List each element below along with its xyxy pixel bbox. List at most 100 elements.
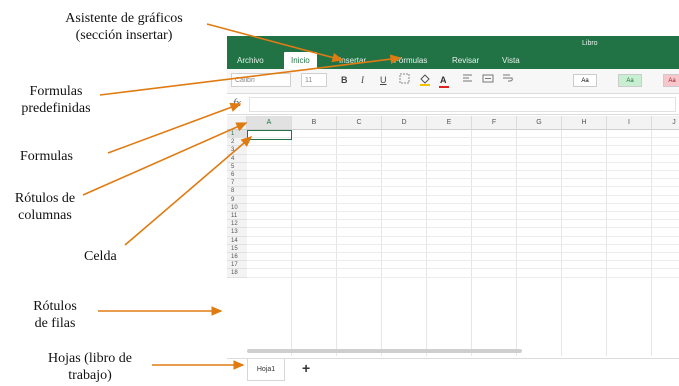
grid-row-line xyxy=(247,268,679,270)
grid-row-line xyxy=(247,161,679,163)
tab-revisar[interactable]: Revisar xyxy=(452,52,479,69)
predefined-formulas-annotation: Formulas predefinidas xyxy=(6,83,106,117)
row-header-7[interactable]: 7 xyxy=(227,179,247,188)
column-header-c[interactable]: C xyxy=(337,116,382,130)
fill-color-icon[interactable] xyxy=(419,73,431,88)
tab-vista[interactable]: Vista xyxy=(502,52,520,69)
row-header-14[interactable]: 14 xyxy=(227,236,247,245)
merge-icon[interactable] xyxy=(482,73,494,88)
column-header-i[interactable]: I xyxy=(607,116,652,130)
arrow-formulas xyxy=(107,102,242,154)
row-header-4[interactable]: 4 xyxy=(227,154,247,163)
row-header-13[interactable]: 13 xyxy=(227,228,247,237)
style-good-button[interactable]: Aa xyxy=(618,74,642,87)
grid-row-line xyxy=(247,194,679,196)
column-header-a[interactable]: A xyxy=(247,116,292,130)
sheet-tab-hoja1[interactable]: Hoja1 xyxy=(247,359,285,381)
grid-row-line xyxy=(247,137,679,139)
grid-row-line xyxy=(247,202,679,204)
spreadsheet-grid: A B C D E F G H I J 1 2 3 4 5 6 7 8 9 10 11 12 13 14 15 16 17 18 xyxy=(227,116,679,356)
annotation-line: Rótulos de xyxy=(14,191,76,206)
row-header-17[interactable]: 17 xyxy=(227,261,247,270)
font-color-button[interactable]: A xyxy=(439,73,449,88)
annotation-line: (sección insertar) xyxy=(75,28,173,43)
annotation-line: Formulas xyxy=(29,84,83,99)
annotation-line: trabajo) xyxy=(68,368,112,383)
formula-input[interactable] xyxy=(249,97,676,112)
workbook-title: Libro xyxy=(582,40,598,47)
column-header-d[interactable]: D xyxy=(382,116,427,130)
grid-row-line xyxy=(247,145,679,147)
home-toolbar: Calibri 11 B I U A Aa Aa Aa xyxy=(227,69,679,94)
tab-inicio[interactable]: Inicio xyxy=(284,52,317,69)
column-header-g[interactable]: G xyxy=(517,116,562,130)
cell-annotation: Celda xyxy=(84,249,117,264)
wrap-text-icon[interactable] xyxy=(502,73,514,88)
row-header-10[interactable]: 10 xyxy=(227,203,247,212)
row-header-3[interactable]: 3 xyxy=(227,146,247,155)
select-all-corner[interactable] xyxy=(227,116,247,130)
column-header-j[interactable]: J xyxy=(652,116,679,130)
column-header-e[interactable]: E xyxy=(427,116,472,130)
annotation-line: columnas xyxy=(18,208,72,223)
font-name-select[interactable]: Calibri xyxy=(231,73,291,87)
tab-formulas[interactable]: Fórmulas xyxy=(394,52,427,69)
row-header-1[interactable]: 1 xyxy=(227,130,247,139)
annotation-line: predefinidas xyxy=(21,101,91,116)
chart-assistant-annotation: Asistente de gráficos (sección insertar) xyxy=(44,10,204,44)
grid-row-line xyxy=(247,186,679,188)
sheet-tab-bar: Hoja1 + xyxy=(227,358,679,386)
grid-row-line xyxy=(247,276,679,278)
row-header-2[interactable]: 2 xyxy=(227,138,247,147)
font-color-swatch xyxy=(439,86,449,88)
grid-row-line xyxy=(247,227,679,229)
row-header-16[interactable]: 16 xyxy=(227,253,247,262)
tab-archivo[interactable]: Archivo xyxy=(237,52,264,69)
annotation-line: de filas xyxy=(34,316,76,331)
font-size-select[interactable]: 11 xyxy=(301,73,327,87)
row-header-12[interactable]: 12 xyxy=(227,220,247,229)
column-header-h[interactable]: H xyxy=(562,116,607,130)
row-header-18[interactable]: 18 xyxy=(227,269,247,278)
tab-insertar[interactable]: Insertar xyxy=(339,52,366,69)
row-labels-annotation: Rótulos de filas xyxy=(20,298,90,332)
row-header-15[interactable]: 15 xyxy=(227,244,247,253)
row-header-9[interactable]: 9 xyxy=(227,195,247,204)
borders-icon[interactable] xyxy=(399,73,410,88)
formula-bar: fx xyxy=(227,94,679,115)
bold-button[interactable]: B xyxy=(341,73,348,88)
row-header-5[interactable]: 5 xyxy=(227,162,247,171)
formulas-annotation: Formulas xyxy=(20,149,73,164)
annotation-line: Asistente de gráficos xyxy=(65,11,183,26)
row-header-6[interactable]: 6 xyxy=(227,171,247,180)
grid-row-line xyxy=(247,219,679,221)
selected-cell-a1[interactable] xyxy=(247,130,292,140)
font-color-label: A xyxy=(440,75,447,85)
style-bad-button[interactable]: Aa xyxy=(663,74,679,87)
annotation-line: Hojas (libro de xyxy=(48,351,132,366)
horizontal-scrollbar[interactable] xyxy=(247,349,522,353)
grid-row-line xyxy=(247,211,679,212)
row-header-11[interactable]: 11 xyxy=(227,212,247,221)
style-normal-button[interactable]: Aa xyxy=(573,74,597,87)
column-header-f[interactable]: F xyxy=(472,116,517,130)
grid-row-line xyxy=(247,252,679,253)
grid-row-line xyxy=(247,260,679,262)
fx-icon[interactable]: fx xyxy=(233,97,241,109)
column-header-b[interactable]: B xyxy=(292,116,337,130)
column-labels-annotation: Rótulos de columnas xyxy=(6,190,84,224)
row-header-8[interactable]: 8 xyxy=(227,187,247,196)
excel-window: Libro Archivo Inicio Insertar Fórmulas R… xyxy=(227,36,679,386)
add-sheet-button[interactable]: + xyxy=(302,360,310,376)
sheets-annotation: Hojas (libro de trabajo) xyxy=(30,350,150,384)
grid-row-line xyxy=(247,235,679,237)
italic-button[interactable]: I xyxy=(361,73,364,88)
underline-button[interactable]: U xyxy=(380,73,387,88)
align-icon[interactable] xyxy=(462,73,473,88)
grid-row-line xyxy=(247,153,679,155)
ribbon-tab-bar: Libro Archivo Inicio Insertar Fórmulas R… xyxy=(227,36,679,69)
annotation-line: Rótulos xyxy=(33,299,77,314)
grid-row-line xyxy=(247,243,679,245)
grid-row-line xyxy=(247,170,679,171)
grid-row-line xyxy=(247,178,679,180)
